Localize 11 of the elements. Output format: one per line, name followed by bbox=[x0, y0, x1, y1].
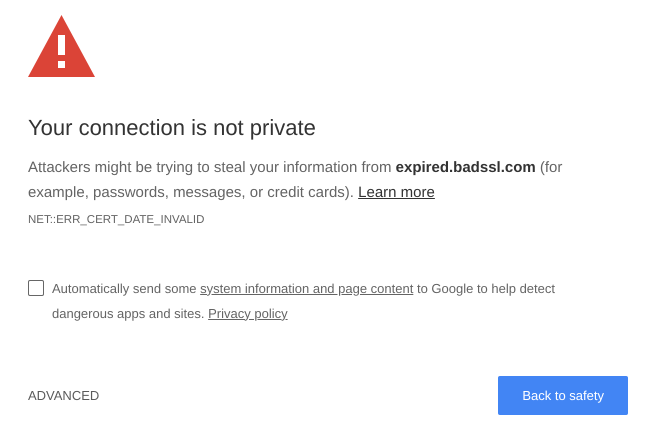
back-to-safety-button[interactable]: Back to safety bbox=[498, 376, 628, 416]
warning-icon bbox=[28, 15, 95, 77]
report-checkbox[interactable] bbox=[28, 280, 44, 296]
warning-message: Attackers might be trying to steal your information from expired.badssl.com (for example, passwords, messages, or credit cards). Learn more bbox=[28, 158, 564, 204]
report-text: Automatically send some system information and page content to Google to help detect dangerous apps and sites. Privacy policy bbox=[52, 280, 556, 323]
privacy-policy-link[interactable]: Privacy policy bbox=[208, 306, 288, 321]
learn-more-link[interactable]: Learn more bbox=[358, 184, 435, 202]
error-code: NET::ERR_CERT_DATE_INVALID bbox=[28, 213, 206, 228]
page-title: Your connection is not private bbox=[28, 115, 317, 142]
advanced-button[interactable]: ADVANCED bbox=[28, 386, 100, 406]
system-information-link[interactable]: system information and page content bbox=[200, 280, 414, 296]
